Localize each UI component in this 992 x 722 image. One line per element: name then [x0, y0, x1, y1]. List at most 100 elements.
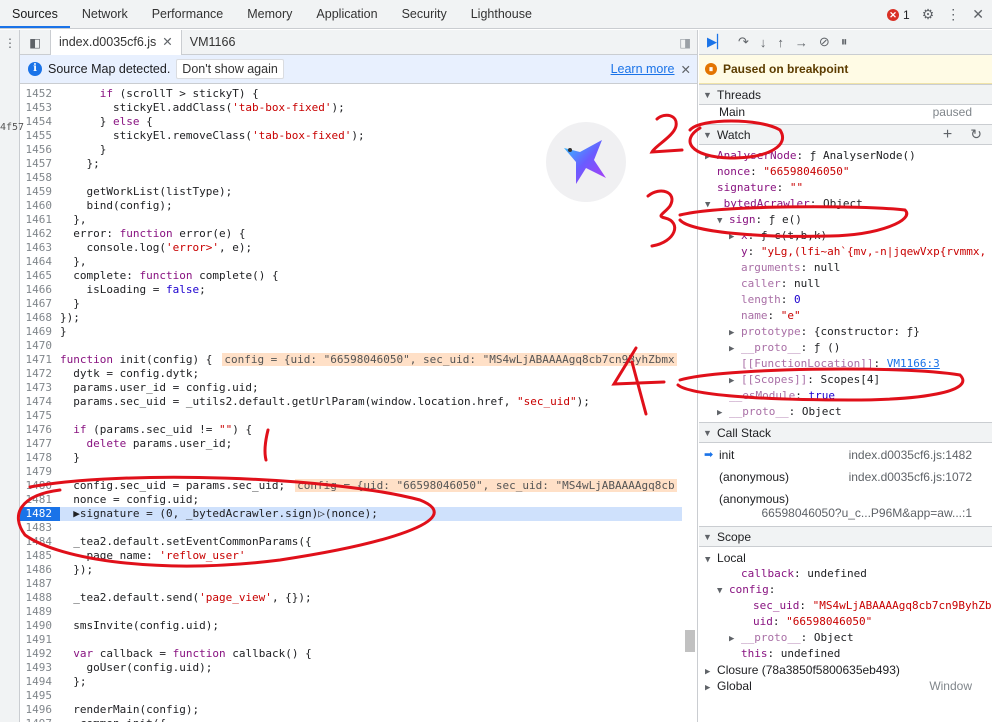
- code-line[interactable]: 1471 function init(config) {config = {uid…: [20, 353, 682, 367]
- tab-memory[interactable]: Memory: [235, 0, 304, 28]
- property-row[interactable]: caller: null: [699, 276, 992, 292]
- property-row[interactable]: ▶ __proto__: Object: [699, 630, 992, 646]
- code-line[interactable]: 1466 isLoading = false;: [20, 283, 682, 297]
- call-frame[interactable]: ➡ init index.d0035cf6.js:1482: [699, 444, 992, 466]
- line-number[interactable]: 1459: [20, 185, 60, 199]
- line-number[interactable]: 1489: [20, 605, 60, 619]
- code-line[interactable]: 1496 renderMain(config);: [20, 703, 682, 717]
- line-number[interactable]: 1496: [20, 703, 60, 717]
- file-tab-vm[interactable]: VM1166: [182, 30, 244, 55]
- code-line[interactable]: 1463 console.log('error>', e);: [20, 241, 682, 255]
- code-line[interactable]: 1478 }: [20, 451, 682, 465]
- section-call-stack[interactable]: ▼ Call Stack: [699, 422, 992, 443]
- line-number[interactable]: 1474: [20, 395, 60, 409]
- resume-icon[interactable]: ▶▏: [707, 34, 727, 50]
- toggle-navigator-icon[interactable]: ◧: [20, 35, 50, 50]
- close-icon[interactable]: ✕: [162, 35, 172, 49]
- step-into-icon[interactable]: ↓: [760, 35, 767, 50]
- property-row[interactable]: ▶ Closure (78a3850f5800635eb493): [699, 662, 992, 678]
- tab-sources[interactable]: Sources: [0, 0, 70, 28]
- line-number[interactable]: 1463: [20, 241, 60, 255]
- code-line[interactable]: 1477 delete params.user_id;: [20, 437, 682, 451]
- line-number[interactable]: 1462: [20, 227, 60, 241]
- line-number[interactable]: 1457: [20, 157, 60, 171]
- pause-on-exceptions-icon[interactable]: ⏸: [841, 34, 848, 50]
- property-row[interactable]: ▶ prototype: {constructor: ƒ}: [699, 324, 992, 340]
- chevron-left-icon[interactable]: ⋮: [4, 36, 16, 50]
- tab-security[interactable]: Security: [390, 0, 459, 28]
- line-number[interactable]: 1466: [20, 283, 60, 297]
- property-row[interactable]: ▶ AnalyserNode: ƒ AnalyserNode(): [699, 148, 992, 164]
- tab-lighthouse[interactable]: Lighthouse: [459, 0, 544, 28]
- code-line[interactable]: 1493 goUser(config.uid);: [20, 661, 682, 675]
- code-line[interactable]: 1452 if (scrollT > stickyT) {: [20, 87, 682, 101]
- close-icon[interactable]: ✕: [681, 62, 691, 77]
- line-number[interactable]: 1467: [20, 297, 60, 311]
- deactivate-breakpoints-icon[interactable]: ⊘: [819, 34, 830, 50]
- code-line[interactable]: 1464 },: [20, 255, 682, 269]
- line-number[interactable]: 1477: [20, 437, 60, 451]
- line-number[interactable]: 1485: [20, 549, 60, 563]
- code-line[interactable]: 1494 };: [20, 675, 682, 689]
- line-number[interactable]: 1470: [20, 339, 60, 353]
- line-number[interactable]: 1460: [20, 199, 60, 213]
- line-number[interactable]: 1471: [20, 353, 60, 367]
- property-row[interactable]: length: 0: [699, 292, 992, 308]
- tab-performance[interactable]: Performance: [140, 0, 236, 28]
- code-line[interactable]: 1485 page_name: 'reflow_user': [20, 549, 682, 563]
- code-line[interactable]: 1465 complete: function complete() {: [20, 269, 682, 283]
- line-number[interactable]: 1480: [20, 479, 60, 493]
- code-line[interactable]: 1492 var callback = function callback() …: [20, 647, 682, 661]
- line-number[interactable]: 1484: [20, 535, 60, 549]
- step-over-icon[interactable]: ↷: [738, 34, 749, 50]
- property-row[interactable]: ▶ __proto__: Object: [699, 404, 992, 420]
- line-number[interactable]: 1455: [20, 129, 60, 143]
- line-number[interactable]: 1461: [20, 213, 60, 227]
- property-row[interactable]: __esModule: true: [699, 388, 992, 404]
- line-number[interactable]: 1488: [20, 591, 60, 605]
- line-number[interactable]: 1458: [20, 171, 60, 185]
- code-line[interactable]: 1468});: [20, 311, 682, 325]
- code-line[interactable]: 1467 }: [20, 297, 682, 311]
- line-number[interactable]: 1454: [20, 115, 60, 129]
- code-line[interactable]: 1453 stickyEl.addClass('tab-box-fixed');: [20, 101, 682, 115]
- line-number[interactable]: 1497: [20, 717, 60, 722]
- line-number[interactable]: 1456: [20, 143, 60, 157]
- property-row[interactable]: callback: undefined: [699, 566, 992, 582]
- section-threads[interactable]: ▼ Threads: [699, 84, 992, 105]
- property-row[interactable]: [[FunctionLocation]]: VM1166:3: [699, 356, 992, 372]
- code-line[interactable]: 1475: [20, 409, 682, 423]
- tab-network[interactable]: Network: [70, 0, 140, 28]
- error-counter[interactable]: ✕ 1: [887, 8, 910, 22]
- property-row[interactable]: nonce: "66598046050": [699, 164, 992, 180]
- call-frame[interactable]: (anonymous) 66598046050?u_c...P96M&app=aw…: [699, 488, 992, 520]
- property-row[interactable]: sec_uid: "MS4wLjABAAAAgq8cb7cn9ByhZbm: [699, 598, 992, 614]
- code-line[interactable]: 1462 error: function error(e) {: [20, 227, 682, 241]
- code-line[interactable]: 1473 params.user_id = config.uid;: [20, 381, 682, 395]
- property-row[interactable]: ▼ config:: [699, 582, 992, 598]
- line-number[interactable]: 1465: [20, 269, 60, 283]
- section-watch[interactable]: ▼ Watch + ↻: [699, 124, 992, 145]
- line-number[interactable]: 1479: [20, 465, 60, 479]
- more-vert-icon[interactable]: ⋮: [946, 6, 960, 23]
- line-number[interactable]: 1473: [20, 381, 60, 395]
- code-line[interactable]: 1461 },: [20, 213, 682, 227]
- tab-application[interactable]: Application: [304, 0, 389, 28]
- code-line[interactable]: 1479: [20, 465, 682, 479]
- line-number[interactable]: 1490: [20, 619, 60, 633]
- dont-show-again-button[interactable]: Don't show again: [176, 59, 284, 79]
- property-row[interactable]: ▼ Local: [699, 550, 992, 566]
- step-icon[interactable]: →: [795, 35, 808, 50]
- code-line[interactable]: 1481 nonce = config.uid;: [20, 493, 682, 507]
- code-line[interactable]: 1469}: [20, 325, 682, 339]
- property-row[interactable]: y: "yLg,(lfi~ah`{mv,-n|jqewVxp{rvmmx,: [699, 244, 992, 260]
- code-line[interactable]: 1489: [20, 605, 682, 619]
- thread-main[interactable]: Main paused: [699, 104, 992, 120]
- line-number[interactable]: 1487: [20, 577, 60, 591]
- code-line[interactable]: 1487: [20, 577, 682, 591]
- code-line[interactable]: 1470: [20, 339, 682, 353]
- file-tab-index[interactable]: index.d0035cf6.js ✕: [50, 30, 182, 55]
- property-row[interactable]: signature: "": [699, 180, 992, 196]
- line-number[interactable]: 1452: [20, 87, 60, 101]
- code-line[interactable]: 1480 config.sec_uid = params.sec_uid; con…: [20, 479, 682, 493]
